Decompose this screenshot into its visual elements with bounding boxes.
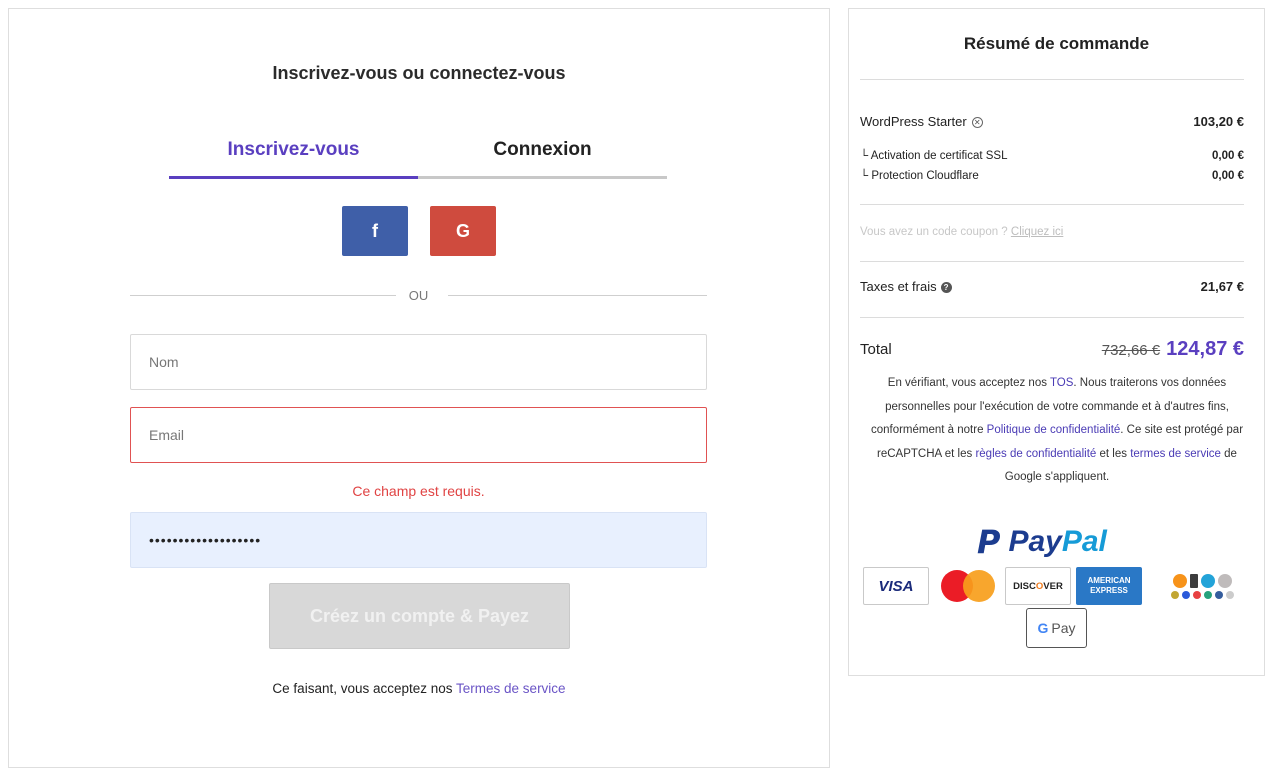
auth-panel: Inscrivez-vous ou connectez-vous Inscriv… <box>8 8 830 768</box>
old-price: 732,66 € <box>1101 342 1161 359</box>
crypto-row <box>1172 573 1232 588</box>
paypal-icon: P <box>977 523 1001 561</box>
divider <box>860 79 1244 80</box>
crypto-icons <box>1159 567 1245 605</box>
litecoin-icon <box>1217 573 1232 588</box>
tab-signup[interactable]: Inscrivez-vous <box>169 137 418 179</box>
coin-icon <box>1181 590 1190 599</box>
remove-icon[interactable]: ✕ <box>971 117 983 129</box>
divider <box>860 317 1244 318</box>
divider-text: OU <box>408 288 429 303</box>
legal-text: En vérifiant, vous acceptez nos TOS. Nou… <box>859 372 1255 490</box>
google-terms-link[interactable]: termes de service <box>1130 448 1221 460</box>
tos-link[interactable]: TOS <box>1050 377 1073 389</box>
taxes-label-wrap: Taxes et frais? <box>860 279 952 294</box>
paypal-wordmark-b: Pal <box>1061 525 1107 558</box>
password-input[interactable]: ••••••••••••••••••• <box>130 512 707 568</box>
terms-link[interactable]: Termes de service <box>456 681 566 696</box>
product-row: WordPress Starter ✕ 103,20 € <box>860 114 1244 129</box>
divider <box>860 204 1244 205</box>
coin-icon <box>1192 590 1201 599</box>
dogecoin-icon <box>1170 590 1179 599</box>
facebook-login-button[interactable]: f <box>342 206 408 256</box>
product-name-wrap: WordPress Starter ✕ <box>860 114 983 129</box>
paypal-logo: P PayPal <box>977 523 1107 561</box>
discover-wordmark: DISCOVER <box>1013 581 1063 592</box>
auth-title: Inscrivez-vous ou connectez-vous <box>272 63 566 83</box>
google-pay-icon: G Pay <box>1026 608 1087 648</box>
amex-wordmark: AMERICAN EXPRESS <box>1087 576 1131 595</box>
summary-title: Résumé de commande <box>963 34 1150 53</box>
paypal-wordmark: PayPal <box>1008 525 1106 559</box>
email-placeholder: Email <box>149 427 185 443</box>
paypal-wordmark-a: Pay <box>1008 525 1062 558</box>
privacy-rules-link[interactable]: règles de confidentialité <box>975 448 1096 460</box>
addon-price: 0,00 € <box>1212 150 1244 162</box>
email-input[interactable]: Email <box>130 407 707 463</box>
google-icon: G <box>455 220 470 241</box>
help-icon[interactable]: ? <box>940 282 952 294</box>
new-price: 124,87 € <box>1166 338 1244 360</box>
total-label: Total <box>860 341 892 358</box>
visa-icon: VISA <box>863 567 929 605</box>
taxes-value: 21,67 € <box>1200 279 1244 294</box>
bitcoin-icon <box>1172 573 1187 588</box>
amex-icon: AMERICAN EXPRESS <box>1076 567 1142 605</box>
or-divider: OU <box>130 286 707 306</box>
divider <box>860 261 1244 262</box>
addon-price: 0,00 € <box>1212 170 1244 182</box>
crypto-row-small <box>1170 590 1234 599</box>
password-value: ••••••••••••••••••• <box>149 532 262 548</box>
privacy-policy-link[interactable]: Politique de confidentialité <box>987 424 1121 436</box>
mastercard-circle-orange <box>963 570 995 602</box>
terms-agreement-text: Ce faisant, vous acceptez nos <box>272 681 457 696</box>
more-icon <box>1225 590 1234 599</box>
total-row: Total 732,66 € 124,87 € <box>860 338 1244 361</box>
legal-part: En vérifiant, vous acceptez nos <box>887 377 1050 389</box>
taxes-label: Taxes et frais <box>860 279 937 294</box>
google-login-button[interactable]: G <box>430 206 496 256</box>
coupon-text: Vous avez un code coupon ? <box>860 226 1011 238</box>
mastercard-icon <box>937 567 999 605</box>
legal-part: et les <box>1096 447 1131 460</box>
tether-icon <box>1203 590 1212 599</box>
addon-name: └ Protection Cloudflare <box>860 170 979 182</box>
coupon-prompt: Vous avez un code coupon ? Cliquez ici <box>860 226 1063 238</box>
create-account-pay-button[interactable]: Créez un compte & Payez <box>269 583 570 649</box>
coupon-link[interactable]: Cliquez ici <box>1011 226 1063 238</box>
name-placeholder: Nom <box>149 354 179 370</box>
auth-tabs: Inscrivez-vous Connexion <box>169 137 667 179</box>
terms-agreement: Ce faisant, vous acceptez nos Termes de … <box>9 681 829 696</box>
google-pay-g: G <box>1037 620 1049 636</box>
discover-part: DISC <box>1013 580 1036 592</box>
coin-icon <box>1214 590 1223 599</box>
email-error-message: Ce champ est requis. <box>352 483 485 499</box>
facebook-icon: f <box>372 220 378 241</box>
order-summary-panel: Résumé de commande WordPress Starter ✕ 10… <box>848 8 1265 676</box>
product-name: WordPress Starter <box>860 114 967 129</box>
google-pay-text: Pay <box>1051 620 1076 636</box>
name-input[interactable]: Nom <box>130 334 707 390</box>
tab-login[interactable]: Connexion <box>418 137 667 179</box>
taxes-row: Taxes et frais? 21,67 € <box>860 279 1244 294</box>
discover-part: VER <box>1043 580 1063 592</box>
ripple-icon <box>1200 573 1215 588</box>
addon-row: └ Protection Cloudflare 0,00 € <box>860 170 1244 182</box>
addon-name: └ Activation de certificat SSL <box>860 150 1008 162</box>
product-price: 103,20 € <box>1193 114 1244 129</box>
addon-row: └ Activation de certificat SSL 0,00 € <box>860 150 1244 162</box>
discover-icon: DISCOVER <box>1005 567 1071 605</box>
ethereum-icon <box>1189 573 1198 588</box>
total-prices: 732,66 € 124,87 € <box>1102 338 1244 361</box>
